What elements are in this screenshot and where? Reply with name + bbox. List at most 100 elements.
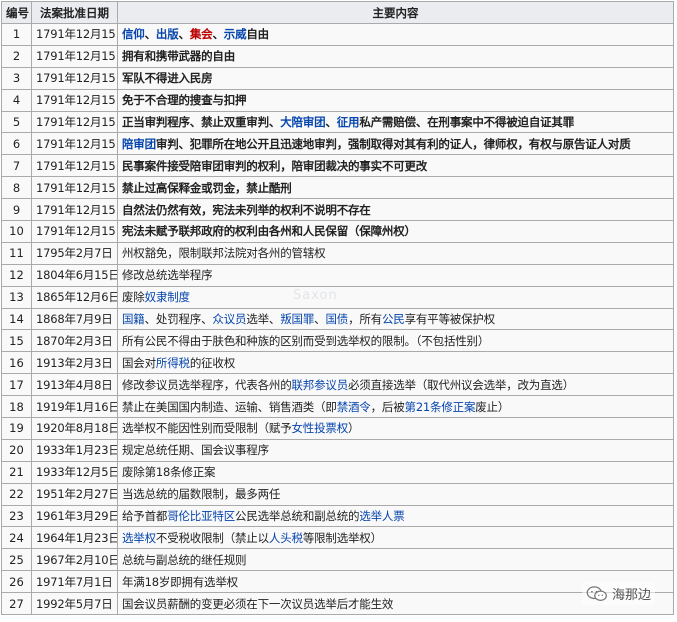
content-link[interactable]: 第21条修正案 [405,400,476,414]
row-content: 军队不得进入民房 [117,66,674,90]
row-date: 1791年12月15日 [31,110,118,134]
row-date: 1992年5月7日 [31,592,118,616]
row-content: 废除第18条修正案 [117,460,674,484]
table-row: 25 1967年2月10日 总统与副总统的继任规则 [1,548,674,572]
content-link[interactable]: 哥伦比亚特区 [167,509,235,523]
table-row: 31791年12月15日军队不得进入民房 [1,66,674,90]
content-link[interactable]: 众议员 [212,312,246,326]
content-text: 、处罚程序、 [144,312,213,327]
row-number: 14 [1,307,32,331]
table-row: 71791年12月15日民事案件接受陪审团审判的权利，陪审团裁决的事实不可更改 [1,154,674,178]
content-link[interactable]: 大陪审团 [280,115,325,129]
row-number: 2 [1,44,32,68]
content-text: 总统与副总统的继任规则 [122,552,247,567]
content-text: 州权豁免，限制联邦法院对各州的管辖权 [122,246,326,261]
content-text: 免于不合理的搜查与扣押 [122,93,247,108]
content-link[interactable]: 人头税 [269,531,303,545]
content-text: 、 [178,27,191,42]
watermark-text: 海那边 [611,588,651,603]
content-link[interactable]: 联邦参议员 [292,378,349,392]
row-date: 1920年8月18日 [31,417,118,440]
table-row: 11 1795年2月7日 州权豁免，限制联邦法院对各州的管辖权 [1,241,674,265]
content-text: 正当审判程序、禁止双重审判、 [122,115,281,129]
row-content: 拥有和携带武器的自由 [117,44,674,68]
row-content: 禁止在美国国内制造、运输、销售酒类（即禁酒令，后被第21条修正案废止） [117,395,674,419]
row-date: 1870年2月3日 [31,329,118,353]
content-text: 禁止过高保释金或罚金，禁止酷刑 [122,180,292,195]
content-text: 私产需赔偿、在刑事案中不得被迫自证其罪 [359,115,575,129]
row-number: 13 [1,285,32,309]
row-number: 24 [1,526,32,550]
content-link[interactable]: 国籍 [122,312,145,326]
content-link[interactable]: 陪审团 [122,137,156,151]
row-date: 1865年12月6日 [31,285,118,309]
content-link[interactable]: 示威 [224,27,247,41]
content-text: 修改参议员选举程序，代表各州的 [122,377,292,392]
row-date: 1933年12月5日 [31,460,118,484]
row-content: 废除奴隶制度 [117,285,674,309]
content-text: 给予首都 [122,509,168,524]
row-date: 1868年7月9日 [31,307,118,331]
content-link[interactable]: 选举权 [122,531,156,545]
content-text: 拥有和携带武器的自由 [122,49,235,64]
content-link[interactable]: 国债 [325,312,348,326]
table-row: 21791年12月15日拥有和携带武器的自由 [1,44,674,68]
content-text: 年满18岁即拥有选举权 [122,574,238,589]
table-row: 51791年12月15日正当审判程序、禁止双重审判、大陪审团、征用私产需赔偿、在… [1,110,674,134]
content-link[interactable]: 集会 [190,27,213,41]
row-date: 1804年6月15日 [31,263,118,287]
row-date: 1967年2月10日 [31,548,118,572]
content-text: 禁止在美国国内制造、运输、销售酒类（即 [122,399,337,414]
content-text: 规定总统任期、国会议事程序 [122,443,269,458]
row-date: 1964年1月23日 [31,526,118,550]
row-number: 26 [1,570,32,594]
row-content: 宪法未赋予联邦政府的权利由各州和人民保留（保障州权） [117,220,674,243]
row-content: 国会对所得税的征收权 [117,351,674,375]
table-row: 12 1804年6月15日 修改总统选举程序 [1,263,674,287]
row-date: 1791年12月15日 [31,154,118,178]
row-number: 7 [1,154,32,178]
content-text: 自由 [246,27,269,42]
content-link[interactable]: 选举人票 [359,509,404,523]
content-link[interactable]: 叛国罪 [280,312,314,326]
table-header-row: 编号 法案批准日期 主要内容 [1,1,674,24]
content-link[interactable]: 出版 [156,27,179,41]
content-link[interactable]: 信仰 [122,27,145,41]
row-date: 1791年12月15日 [31,198,118,222]
row-number: 27 [1,592,32,616]
content-text: 自然法仍然有效，宪法未列举的权利不说明不存在 [122,202,371,217]
content-text: 选举、 [246,312,281,327]
row-number: 9 [1,198,32,222]
row-date: 1791年12月15日 [31,88,118,112]
content-link[interactable]: 征用 [337,115,360,129]
row-number: 3 [1,66,32,90]
table-row: 81791年12月15日禁止过高保释金或罚金，禁止酷刑 [1,176,674,200]
row-number: 1 [1,23,32,46]
content-link[interactable]: 所得税 [156,356,190,370]
row-content: 禁止过高保释金或罚金，禁止酷刑 [117,176,674,200]
row-content: 民事案件接受陪审团审判的权利，陪审团裁决的事实不可更改 [117,154,674,178]
content-text: 修改总统选举程序 [122,268,213,283]
faint-watermark: Saxon [293,288,338,303]
content-link[interactable]: 女性投票权 [292,421,349,435]
content-text: 等限制选举权） [302,530,382,545]
content-link[interactable]: 奴隶制度 [145,290,190,304]
content-link[interactable]: 公民 [382,312,405,326]
table-row: 22 1951年2月27日 当选总统的届数限制，最多两任 [1,482,674,506]
content-text: 民事案件接受陪审团审判的权利，陪审团裁决的事实不可更改 [122,158,428,173]
content-text: 废除 [122,290,145,305]
row-content: 陪审团审判、犯罪所在地公开且迅速地审判，强制取得对其有利的证人，律师权，有权与原… [117,132,674,156]
header-content: 主要内容 [117,1,674,24]
content-link[interactable]: 禁酒令 [337,400,371,414]
content-text: 享有平等被保护权 [404,312,496,327]
row-number: 19 [1,417,32,440]
row-date: 1791年12月15日 [31,132,118,156]
content-text: 宪法未赋予联邦政府的权利由各州和人民保留（保障州权） [122,224,416,239]
table-row: 101791年12月15日宪法未赋予联邦政府的权利由各州和人民保留（保障州权） [1,220,674,243]
row-number: 16 [1,351,32,375]
content-text: 国会议员薪酬的变更必须在下一次议员选举后才能生效 [122,596,394,611]
table-row: 16 1913年2月3日 国会对所得税的征收权 [1,351,674,375]
content-text: 必须直接选举（取代州议会选举，改为直选） [348,377,574,392]
row-date: 1791年12月15日 [31,23,118,46]
row-date: 1961年3月29日 [31,504,118,528]
